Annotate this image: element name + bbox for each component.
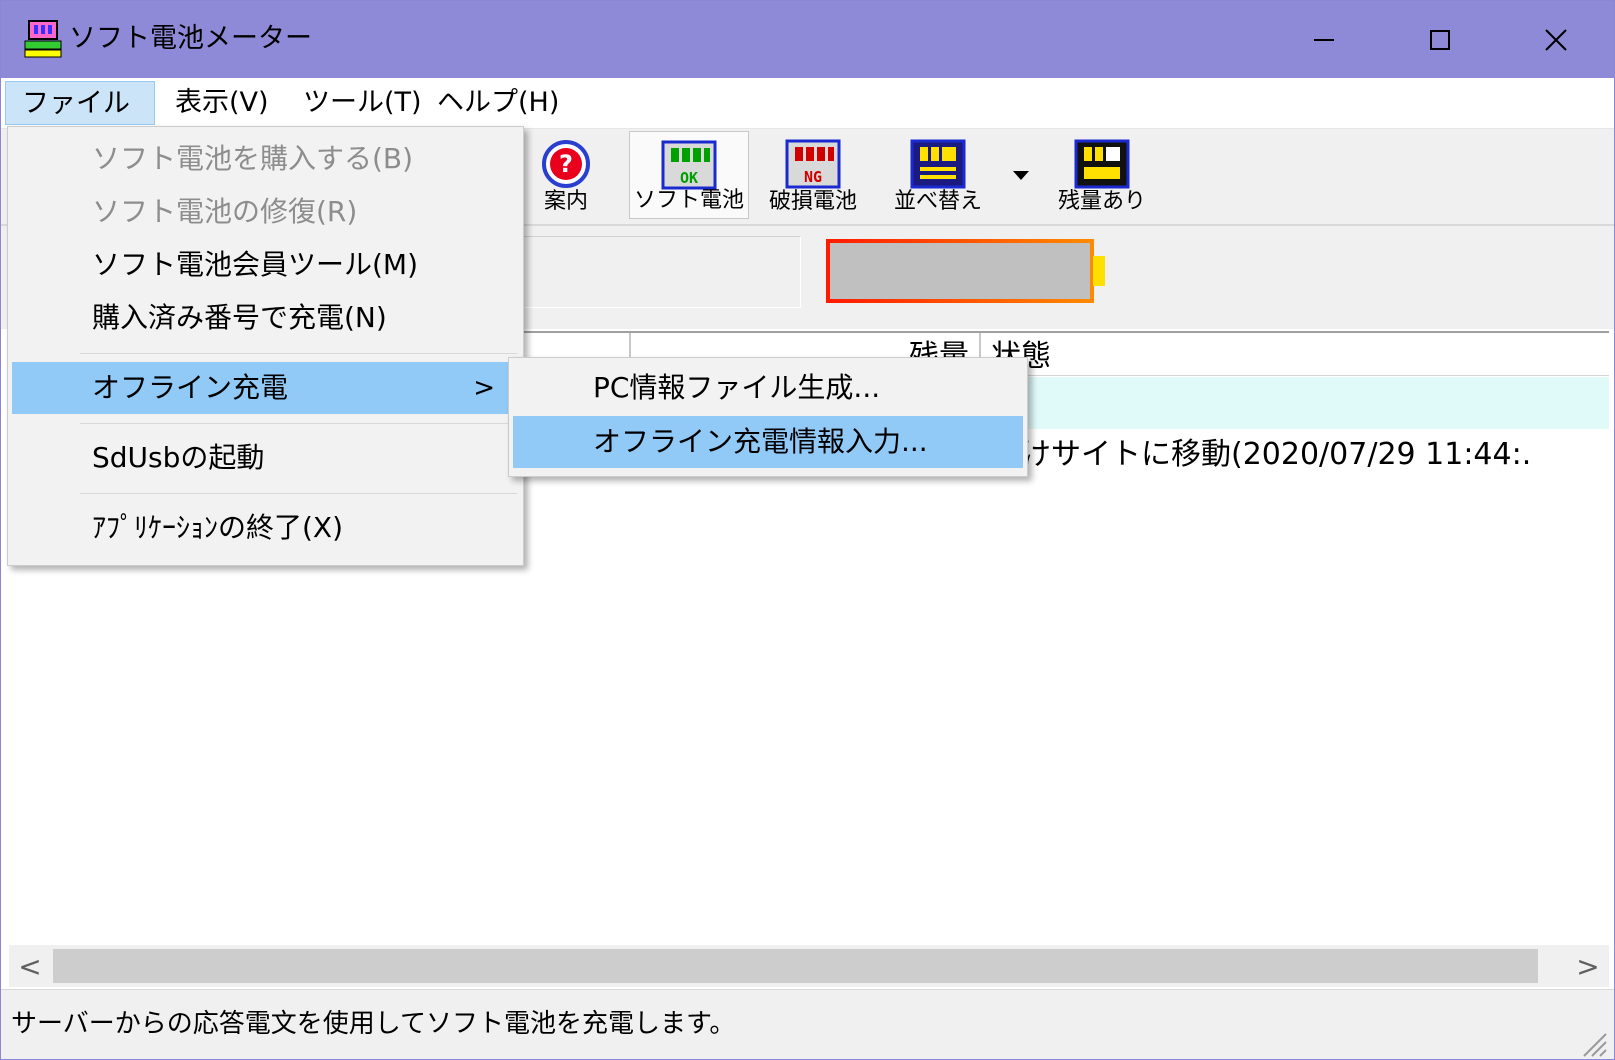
- menu-item-label: オフライン充電: [92, 371, 289, 404]
- file-menu: ソフト電池を購入する(B) ソフト電池の修復(R) ソフト電池会員ツール(M) …: [7, 126, 524, 566]
- help-question-icon: ?: [542, 140, 590, 188]
- menu-item-label: ｱﾌﾟﾘｹｰｼｮﾝの終了(X): [92, 511, 344, 544]
- close-icon: [1545, 28, 1567, 51]
- close-button[interactable]: [1498, 1, 1614, 78]
- info-box: [521, 236, 801, 308]
- soft-battery-label: ソフト電池: [633, 188, 744, 213]
- status-bar: サーバーからの応答電文を使用してソフト電池を充電します。: [1, 989, 1614, 1059]
- sort-label: 並べ替え: [893, 189, 982, 214]
- column-header-status[interactable]: 状態: [981, 333, 1609, 375]
- damaged-battery-button[interactable]: NG 破損電池: [753, 131, 873, 219]
- sort-button[interactable]: 並べ替え: [877, 131, 999, 219]
- svg-text:?: ?: [559, 150, 573, 178]
- window-title: ソフト電池メーター: [69, 23, 312, 54]
- menu-item-buy-battery[interactable]: ソフト電池を購入する(B): [12, 133, 519, 185]
- menu-help[interactable]: ヘルプ(H): [421, 81, 575, 125]
- menu-item-repair-battery[interactable]: ソフト電池の修復(R): [12, 186, 519, 238]
- menu-item-charge-with-number[interactable]: 購入済み番号で充電(N): [12, 292, 519, 344]
- menu-item-label: 購入済み番号で充電(N): [92, 301, 387, 334]
- guide-button[interactable]: ? 案内: [516, 131, 616, 219]
- menu-item-member-tool[interactable]: ソフト電池会員ツール(M): [12, 239, 519, 291]
- menu-item-offline-charge[interactable]: オフライン充電 >: [12, 362, 519, 414]
- scrollbar-thumb[interactable]: [53, 949, 1538, 983]
- menu-item-enter-offline-charge-info[interactable]: オフライン充電情報入力...: [513, 416, 1023, 468]
- menu-item-launch-sdusb[interactable]: SdUsbの起動: [12, 432, 519, 484]
- resize-grip-icon[interactable]: [1578, 1028, 1608, 1058]
- scroll-left-arrow[interactable]: <: [9, 945, 51, 987]
- guide-label: 案内: [543, 189, 588, 214]
- sort-icon: [910, 139, 966, 189]
- menu-separator: [80, 353, 517, 354]
- app-battery-icon: [24, 20, 62, 58]
- battery-gauge: [826, 239, 1105, 303]
- menu-bar: ファイル(F) 表示(V) ツール(T) ヘルプ(H): [1, 78, 1614, 163]
- minimize-button[interactable]: [1266, 1, 1382, 78]
- scroll-right-arrow[interactable]: >: [1567, 945, 1609, 987]
- horizontal-scrollbar[interactable]: < >: [9, 945, 1609, 987]
- title-bar[interactable]: ソフト電池メーター: [1, 1, 1614, 78]
- menu-item-exit[interactable]: ｱﾌﾟﾘｹｰｼｮﾝの終了(X): [12, 502, 519, 554]
- menu-file[interactable]: ファイル(F): [5, 81, 155, 163]
- dropdown-arrow-icon: [1013, 171, 1029, 180]
- maximize-icon: [1430, 29, 1450, 50]
- menu-tools[interactable]: ツール(T): [287, 81, 438, 125]
- menu-item-label: オフライン充電情報入力...: [593, 425, 928, 458]
- row-status: 頂けサイトに移動(2020/07/29 11:44:.: [991, 437, 1532, 472]
- menu-view[interactable]: 表示(V): [159, 81, 285, 125]
- submenu-arrow-icon: >: [473, 373, 495, 403]
- status-text: サーバーからの応答電文を使用してソフト電池を充電します。: [11, 1009, 736, 1039]
- battery-remaining-icon: [1074, 139, 1130, 189]
- damaged-battery-label: 破損電池: [768, 189, 857, 214]
- menu-item-label: PC情報ファイル生成...: [593, 371, 881, 404]
- offline-charge-submenu: PC情報ファイル生成... オフライン充電情報入力...: [508, 357, 1028, 477]
- remaining-label: 残量あり: [1057, 189, 1146, 214]
- soft-battery-button[interactable]: OK ソフト電池: [629, 131, 749, 219]
- menu-item-generate-pc-info[interactable]: PC情報ファイル生成...: [513, 362, 1023, 414]
- app-window: ソフト電池メーター ファイル(F) 表示(V) ツール(T) ヘルプ(H) ? …: [0, 0, 1615, 1060]
- sort-dropdown-button[interactable]: [1003, 131, 1039, 219]
- maximize-button[interactable]: [1382, 1, 1498, 78]
- menu-item-label: ソフト電池を購入する(B): [92, 142, 414, 175]
- remaining-button[interactable]: 残量あり: [1041, 131, 1163, 219]
- menu-item-label: SdUsbの起動: [92, 441, 265, 474]
- menu-separator: [80, 423, 517, 424]
- menu-item-label: ソフト電池会員ツール(M): [92, 248, 419, 281]
- battery-ng-icon: NG: [785, 139, 841, 189]
- minimize-icon: [1314, 38, 1334, 41]
- menu-item-label: ソフト電池の修復(R): [92, 195, 358, 228]
- menu-separator: [80, 493, 517, 494]
